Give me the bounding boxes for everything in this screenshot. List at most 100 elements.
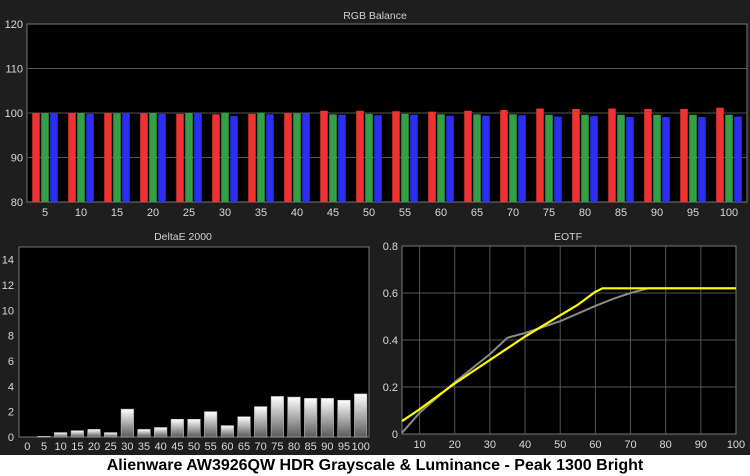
rgb-x-tick: 40 [291, 207, 303, 219]
deltae-bar [287, 396, 301, 438]
rgb-x-tick: 55 [399, 207, 411, 219]
rgb-bar-blue [626, 117, 634, 202]
deltae-y-tick: 10 [2, 305, 14, 317]
rgb-bar-red [392, 111, 400, 202]
deltae-bar [204, 411, 218, 438]
deltae-bar [154, 427, 168, 438]
deltae-x-tick: 100 [351, 441, 369, 453]
rgb-bar-blue [338, 114, 346, 202]
rgb-x-tick: 80 [579, 207, 591, 219]
rgb-x-tick: 20 [147, 207, 159, 219]
eotf-x-tick: 100 [727, 439, 745, 451]
rgb-bar-green [725, 114, 733, 202]
rgb-bar-blue [518, 115, 526, 202]
rgb-bar-blue [698, 117, 706, 202]
rgb-bar-green [185, 113, 193, 202]
rgb-bar-red [644, 108, 652, 202]
rgb-x-tick: 30 [219, 207, 231, 219]
rgb-bar-green [113, 113, 121, 202]
deltae-x-tick: 55 [205, 441, 217, 453]
rgb-bar-blue [266, 114, 274, 202]
rgb-bar-green [257, 112, 265, 202]
rgb-bar-blue [554, 116, 562, 202]
deltae-bar [237, 416, 251, 438]
rgb-bar-red [464, 110, 472, 202]
rgb-bar-green [149, 113, 157, 202]
eotf-chart: EOTF 0 0.2 0.4 0.6 0.8 10 20 30 40 50 60 70 80 90 100 [380, 222, 750, 455]
deltae-chart-title: DeltaE 2000 [154, 231, 212, 243]
deltae-x-tick: 5 [41, 441, 47, 453]
rgb-bar-green [545, 114, 553, 202]
deltae-chart: DeltaE 2000 02468101214 0 5 10 15 20 25 30 35 40… [0, 222, 380, 455]
eotf-y-tick: 0.8 [383, 241, 398, 253]
rgb-bar-green [617, 114, 625, 202]
eotf-x-tick: 20 [449, 439, 461, 451]
deltae-y-tick: 12 [2, 280, 14, 292]
deltae-x-tick: 15 [71, 441, 83, 453]
eotf-x-tick: 70 [624, 439, 636, 451]
rgb-bar-blue [230, 116, 238, 202]
rgb-bar-red [212, 114, 220, 202]
rgb-bar-blue [662, 117, 670, 202]
rgb-x-tick: 25 [183, 207, 195, 219]
deltae-y-tick: 14 [2, 255, 14, 267]
rgb-bar-green [329, 114, 337, 202]
rgb-bar-green [653, 114, 661, 202]
rgb-bar-red [716, 107, 724, 202]
rgb-x-tick: 15 [111, 207, 123, 219]
rgb-x-tick: 45 [327, 207, 339, 219]
rgb-x-tick: 85 [615, 207, 627, 219]
deltae-bar [254, 406, 268, 438]
deltae-x-tick: 90 [321, 441, 333, 453]
deltae-x-tick: 75 [271, 441, 283, 453]
rgb-bar-blue [302, 113, 310, 202]
rgb-bar-green [221, 112, 229, 202]
eotf-x-tick: 60 [589, 439, 601, 451]
eotf-y-tick: 0.4 [383, 335, 398, 347]
rgb-bar-blue [374, 115, 382, 202]
rgb-balance-chart: RGB Balance 80 90 100 110 120 5 10 15 20 25 30 35 4… [0, 0, 750, 222]
deltae-x-tick: 65 [238, 441, 250, 453]
rgb-bar-blue [194, 113, 202, 202]
deltae-y-tick: 4 [8, 381, 14, 393]
deltae-bar [120, 408, 134, 438]
deltae-bar [70, 430, 84, 438]
deltae-x-tick: 40 [155, 441, 167, 453]
rgb-bar-green [689, 114, 697, 202]
rgb-bar-red [104, 113, 112, 202]
rgb-bar-blue [446, 115, 454, 202]
rgb-bar-blue [410, 114, 418, 202]
rgb-bar-green [293, 113, 301, 202]
eotf-x-tick: 80 [660, 439, 672, 451]
rgb-y-tick: 90 [11, 153, 23, 165]
deltae-bar [87, 429, 101, 438]
deltae-bar [170, 418, 184, 438]
rgb-y-tick: 120 [5, 19, 23, 31]
deltae-x-tick: 45 [171, 441, 183, 453]
rgb-bar-red [320, 110, 328, 202]
canvas: RGB Balance 80 90 100 110 120 5 10 15 20 25 30 35 4… [0, 0, 750, 476]
rgb-bar-red [536, 108, 544, 202]
eotf-y-tick: 0 [392, 429, 398, 441]
rgb-x-tick: 60 [435, 207, 447, 219]
deltae-x-tick: 95 [338, 441, 350, 453]
rgb-bar-blue [482, 115, 490, 202]
eotf-x-tick: 30 [484, 439, 496, 451]
rgb-x-tick: 50 [363, 207, 375, 219]
rgb-x-tick: 65 [471, 207, 483, 219]
deltae-x-tick: 50 [188, 441, 200, 453]
rgb-bar-blue [122, 113, 130, 202]
rgb-bar-blue [734, 116, 742, 202]
deltae-x-tick: 60 [221, 441, 233, 453]
rgb-bar-blue [158, 113, 166, 202]
deltae-x-tick: 80 [288, 441, 300, 453]
figure-caption: Alienware AW3926QW HDR Grayscale & Lumin… [106, 457, 644, 474]
deltae-y-tick: 2 [8, 407, 14, 419]
rgb-bar-red [284, 113, 292, 202]
deltae-x-tick: 30 [121, 441, 133, 453]
eotf-x-tick: 90 [695, 439, 707, 451]
rgb-y-tick: 100 [5, 108, 23, 120]
rgb-y-tick: 80 [11, 197, 23, 209]
rgb-bar-blue [590, 116, 598, 202]
rgb-bar-red [572, 108, 580, 202]
